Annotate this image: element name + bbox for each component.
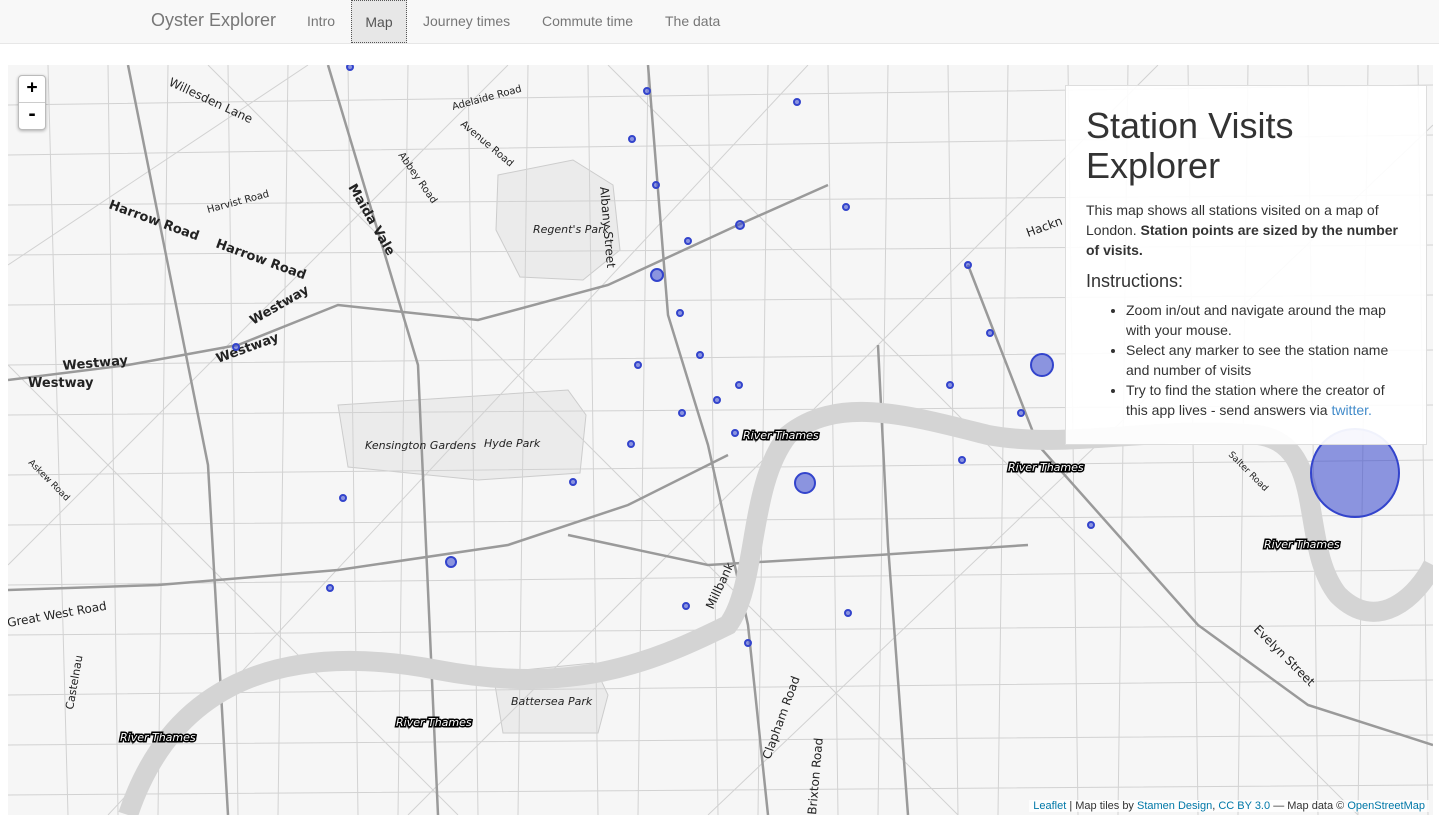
tiles-prefix: | Map tiles by — [1069, 800, 1134, 812]
station-marker[interactable] — [569, 478, 577, 486]
instructions-list: Zoom in/out and navigate around the map … — [1086, 300, 1406, 420]
station-marker[interactable] — [445, 556, 457, 568]
station-marker[interactable] — [986, 329, 994, 337]
station-marker[interactable] — [676, 309, 684, 317]
station-marker[interactable] — [678, 409, 686, 417]
station-marker[interactable] — [652, 181, 660, 189]
station-marker[interactable] — [958, 456, 966, 464]
station-marker[interactable] — [842, 203, 850, 211]
road-label: Willesden Lane — [167, 75, 255, 126]
stamen-link[interactable]: Stamen Design — [1137, 800, 1212, 812]
station-marker[interactable] — [713, 396, 721, 404]
station-marker[interactable] — [1017, 409, 1025, 417]
zoom-out-button[interactable]: - — [19, 103, 45, 129]
info-panel: Station Visits Explorer This map shows a… — [1065, 85, 1427, 445]
station-marker[interactable] — [744, 639, 752, 647]
instruction-item: Select any marker to see the station nam… — [1126, 340, 1406, 380]
road-label: Brixton Road — [805, 737, 826, 815]
station-marker[interactable] — [326, 584, 334, 592]
panel-intro: This map shows all stations visited on a… — [1086, 200, 1406, 260]
mapdata-prefix: — Map data © — [1273, 800, 1345, 812]
nav-link-map[interactable]: Map — [351, 0, 407, 43]
zoom-control: + - — [18, 75, 46, 130]
river-label: River Thames — [120, 731, 196, 744]
station-marker[interactable] — [696, 351, 704, 359]
instructions-heading: Instructions: — [1086, 271, 1184, 291]
nav-link-intro[interactable]: Intro — [306, 0, 336, 43]
station-marker[interactable] — [1087, 521, 1095, 529]
river-label: River Thames — [1008, 461, 1084, 474]
road-label: Great West Road — [8, 599, 108, 630]
map-attribution: Leaflet | Map tiles by Stamen Design, CC… — [1029, 800, 1429, 812]
twitter-link[interactable]: twitter. — [1331, 402, 1371, 418]
river-label: River Thames — [743, 429, 819, 442]
station-marker[interactable] — [946, 381, 954, 389]
road-label: Abbey Road — [396, 150, 439, 205]
park-label: Regent's Park — [533, 223, 610, 236]
nav-link-journey-times[interactable]: Journey times — [422, 0, 511, 43]
instruction-item: Zoom in/out and navigate around the map … — [1126, 300, 1406, 340]
station-marker[interactable] — [643, 87, 651, 95]
station-marker[interactable] — [735, 220, 745, 230]
nav-link-the-data[interactable]: The data — [664, 0, 721, 43]
station-marker[interactable] — [735, 381, 743, 389]
park-label: Battersea Park — [511, 695, 593, 708]
panel-title: Station Visits Explorer — [1086, 105, 1294, 186]
navbar: Oyster Explorer Intro Map Journey times … — [0, 0, 1439, 44]
road-label: Harrow Road — [107, 198, 201, 245]
station-marker[interactable] — [844, 609, 852, 617]
station-marker[interactable] — [339, 494, 347, 502]
road-label: Hackn — [1024, 214, 1064, 240]
station-marker[interactable] — [794, 472, 816, 494]
map-container[interactable]: Willesden Lane Adelaide Road Avenue Road… — [8, 65, 1433, 815]
station-marker[interactable] — [684, 237, 692, 245]
road-label: Westway — [62, 353, 129, 374]
station-marker[interactable] — [682, 602, 690, 610]
road-label: Harvist Road — [206, 189, 271, 216]
station-marker[interactable] — [627, 440, 635, 448]
road-label: Salter Road — [1226, 450, 1270, 494]
station-marker[interactable] — [650, 268, 664, 282]
osm-link[interactable]: OpenStreetMap — [1347, 800, 1425, 812]
station-marker[interactable] — [628, 135, 636, 143]
road-label: Avenue Road — [458, 119, 515, 169]
license-link[interactable]: CC BY 3.0 — [1218, 800, 1270, 812]
road-label: Westway — [28, 376, 94, 391]
river-label: River Thames — [1264, 538, 1340, 551]
station-marker[interactable] — [731, 429, 739, 437]
station-marker[interactable] — [346, 65, 354, 71]
river-label: River Thames — [396, 716, 472, 729]
leaflet-link[interactable]: Leaflet — [1033, 800, 1066, 812]
road-label: Westway — [214, 330, 281, 367]
instruction-item: Try to find the station where the creato… — [1126, 380, 1406, 420]
station-marker[interactable] — [964, 261, 972, 269]
station-marker[interactable] — [1030, 353, 1054, 377]
attrib-sep: , — [1212, 800, 1216, 812]
zoom-in-button[interactable]: + — [19, 76, 45, 103]
park-label: Kensington Gardens — [365, 439, 476, 452]
station-marker[interactable] — [232, 343, 240, 351]
park-label: Hyde Park — [484, 437, 541, 450]
station-marker[interactable] — [634, 361, 642, 369]
road-label: Evelyn Street — [1251, 622, 1318, 689]
navbar-brand[interactable]: Oyster Explorer — [151, 10, 276, 31]
nav-link-commute-time[interactable]: Commute time — [541, 0, 634, 43]
station-marker[interactable] — [793, 98, 801, 106]
road-label: Harrow Road — [214, 237, 308, 284]
river-thames — [118, 401, 1433, 815]
road-label: Westway — [248, 282, 313, 328]
road-label: Askew Road — [26, 458, 71, 503]
road-label: Castelnau — [63, 654, 85, 710]
